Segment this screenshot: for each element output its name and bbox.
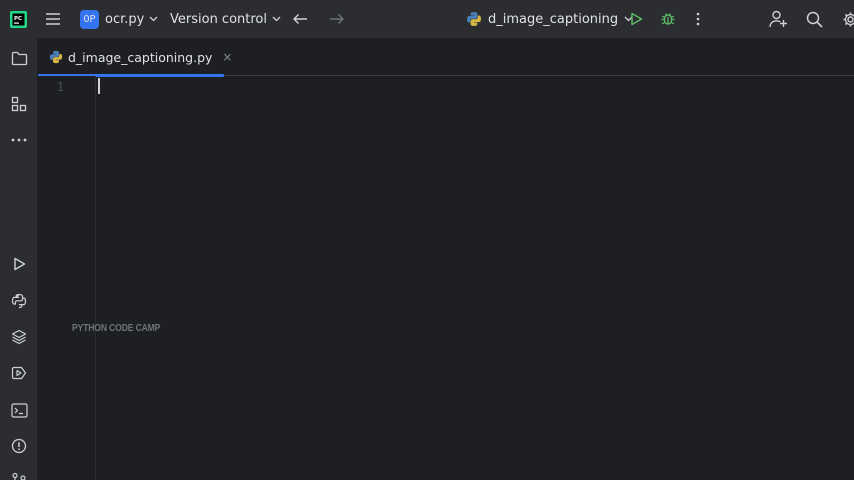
project-selector[interactable]: OP ocr.py	[80, 0, 158, 38]
title-bar: PC OP ocr.py Version control d_image_cap…	[0, 0, 854, 38]
folder-icon	[11, 51, 28, 66]
services-icon	[11, 365, 27, 381]
watermark-text: PYTHON CODE CAMP	[72, 322, 161, 334]
more-tools-button[interactable]	[0, 127, 38, 153]
close-icon[interactable]: ×	[222, 50, 232, 64]
editor-tab-bar: d_image_captioning.py ×	[38, 38, 854, 77]
project-badge: OP	[80, 9, 99, 29]
editor-tab-active[interactable]: d_image_captioning.py ×	[38, 38, 232, 77]
project-name: ocr.py	[105, 11, 145, 27]
code-editor[interactable]	[96, 76, 854, 480]
more-actions-button[interactable]	[694, 0, 702, 38]
tab-label: d_image_captioning.py	[68, 49, 213, 65]
version-control-tool-button[interactable]	[0, 467, 38, 480]
git-icon	[11, 472, 27, 480]
text-caret	[98, 78, 100, 94]
problems-icon	[11, 438, 27, 454]
add-user-icon	[769, 10, 788, 28]
version-control-menu[interactable]: Version control	[170, 0, 281, 38]
arrow-right-icon	[329, 13, 345, 25]
chevron-down-icon	[272, 16, 281, 22]
run-triangle-icon	[630, 12, 643, 26]
run-configuration-selector[interactable]: d_image_captioning	[466, 0, 633, 38]
problems-tool-button[interactable]	[0, 433, 38, 459]
python-file-icon	[49, 50, 63, 64]
python-console-button[interactable]	[0, 288, 38, 314]
back-button[interactable]	[292, 0, 308, 38]
gear-icon	[842, 11, 854, 28]
chevron-down-icon	[149, 16, 158, 22]
run-tool-button[interactable]	[0, 251, 38, 277]
settings-button[interactable]	[842, 0, 854, 38]
python-console-icon	[11, 293, 27, 309]
more-horizontal-icon	[11, 138, 27, 142]
run-config-name: d_image_captioning	[488, 11, 619, 27]
pycharm-logo-icon[interactable]: PC	[10, 0, 27, 38]
services-tool-button[interactable]	[0, 360, 38, 386]
editor-area: d_image_captioning.py × 1	[38, 38, 854, 480]
line-number: 1	[56, 80, 64, 94]
run-icon	[13, 257, 26, 271]
python-file-icon	[466, 11, 482, 27]
line-number-gutter	[38, 76, 96, 480]
layers-icon	[11, 329, 27, 345]
bug-icon	[660, 11, 676, 27]
terminal-tool-button[interactable]	[0, 397, 38, 423]
run-button[interactable]	[630, 0, 643, 38]
code-with-me-button[interactable]	[769, 0, 788, 38]
hamburger-menu-icon	[45, 12, 61, 26]
search-icon	[806, 11, 823, 28]
vcs-label: Version control	[170, 11, 267, 27]
python-packages-button[interactable]	[0, 324, 38, 350]
structure-tool-button[interactable]	[0, 91, 38, 117]
svg-text:PC: PC	[14, 16, 22, 22]
terminal-icon	[10, 402, 28, 418]
debug-button[interactable]	[660, 0, 676, 38]
arrow-left-icon	[292, 13, 308, 25]
structure-icon	[11, 96, 27, 112]
tool-window-strip	[0, 38, 38, 480]
search-button[interactable]	[806, 0, 823, 38]
main-menu-button[interactable]	[45, 0, 61, 38]
project-tool-button[interactable]	[0, 45, 38, 71]
vertical-ellipsis-icon	[694, 11, 702, 27]
forward-button[interactable]	[329, 0, 345, 38]
